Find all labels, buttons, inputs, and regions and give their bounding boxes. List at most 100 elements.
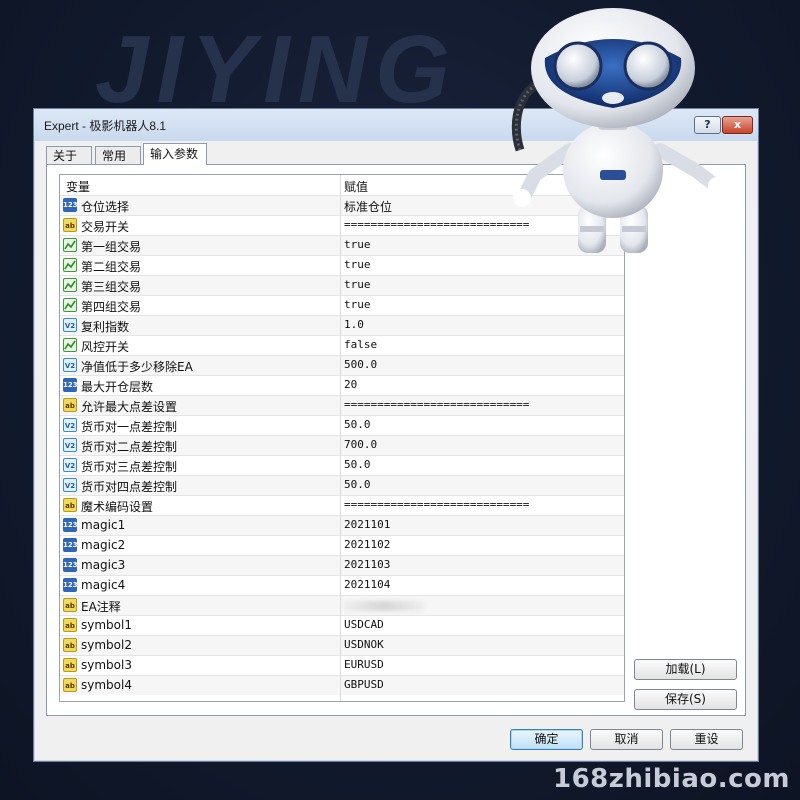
int-icon: 123 (63, 558, 78, 572)
string-icon: ab (63, 678, 77, 692)
parameter-name: 允许最大点差设置 (81, 400, 178, 414)
string-icon: ab (63, 218, 77, 232)
parameter-name: 仓位选择 (81, 200, 130, 214)
bool-icon (63, 338, 77, 352)
table-row[interactable]: ab 允许最大点差设置 ============================ (60, 395, 624, 415)
int-icon: 123 (63, 378, 78, 392)
string-icon: ab (63, 498, 77, 512)
parameter-name: 第四组交易 (81, 300, 142, 314)
column-header-variable[interactable]: 变量 (66, 178, 90, 195)
bool-icon (63, 278, 77, 292)
int-icon: 123 (63, 538, 78, 552)
parameter-value[interactable]: 2021104 (344, 578, 390, 591)
column-header-value[interactable]: 赋值 (344, 178, 368, 195)
table-row[interactable]: V2 货币对二点差控制 700.0 (60, 435, 624, 455)
table-row[interactable]: ab EA注释 (60, 595, 624, 615)
bool-icon (63, 298, 77, 312)
parameter-name: magic4 (81, 578, 126, 592)
parameter-value[interactable]: 2021103 (344, 558, 390, 571)
table-row[interactable]: 123 magic3 2021103 (60, 555, 624, 575)
string-icon: ab (63, 598, 77, 612)
parameter-value[interactable]: 2021101 (344, 518, 390, 531)
parameter-value[interactable]: 500.0 (344, 358, 377, 371)
parameter-value[interactable]: 50.0 (344, 418, 371, 431)
parameter-name: magic2 (81, 538, 126, 552)
table-row[interactable]: ab symbol1 USDCAD (60, 615, 624, 635)
parameter-value[interactable]: 1.0 (344, 318, 364, 331)
parameter-name: 复利指数 (81, 320, 130, 334)
double-icon: V2 (63, 358, 77, 372)
parameter-value[interactable]: EURUSD (344, 658, 384, 671)
column-divider[interactable] (340, 175, 341, 701)
window-title: Expert - 极影机器人8.1 (44, 119, 167, 133)
table-row[interactable]: V2 货币对一点差控制 50.0 (60, 415, 624, 435)
parameter-value[interactable]: GBPUSD (344, 678, 384, 691)
table-row[interactable]: 第四组交易 true (60, 295, 624, 315)
table-row[interactable]: ab 魔术编码设置 ============================ (60, 495, 624, 515)
parameter-value[interactable]: true (344, 258, 371, 271)
double-icon: V2 (63, 438, 77, 452)
parameter-name: 魔术编码设置 (81, 500, 154, 514)
table-row[interactable]: V2 货币对四点差控制 50.0 (60, 475, 624, 495)
reset-button[interactable]: 重设 (670, 729, 743, 750)
parameter-value[interactable]: 标准仓位 (344, 198, 392, 215)
string-icon: ab (63, 638, 77, 652)
table-row[interactable]: ab symbol2 USDNOK (60, 635, 624, 655)
table-row[interactable]: 第三组交易 true (60, 275, 624, 295)
parameter-name: 最大开仓层数 (81, 380, 154, 394)
parameter-value[interactable]: USDNOK (344, 638, 384, 651)
parameter-name: 货币对二点差控制 (81, 440, 178, 454)
parameter-value[interactable]: USDCAD (344, 618, 384, 631)
watermark-text: 168zhibiao.com (552, 764, 790, 794)
table-row[interactable]: ab symbol3 EURUSD (60, 655, 624, 675)
parameter-value[interactable]: 50.0 (344, 458, 371, 471)
parameter-value-blurred[interactable] (344, 601, 424, 611)
parameter-name: EA注释 (81, 600, 121, 614)
parameter-value[interactable]: true (344, 298, 371, 311)
string-icon: ab (63, 658, 77, 672)
parameter-name: 净值低于多少移除EA (81, 360, 193, 374)
table-row[interactable]: 123 magic1 2021101 (60, 515, 624, 535)
parameter-name: 货币对一点差控制 (81, 420, 178, 434)
ok-button[interactable]: 确定 (510, 729, 583, 750)
robot-mascot-image (511, 8, 726, 253)
cancel-button[interactable]: 取消 (590, 729, 663, 750)
parameter-value[interactable]: true (344, 238, 371, 251)
table-row[interactable]: ab symbol4 GBPUSD (60, 675, 624, 695)
tab-inputs[interactable]: 输入参数 (143, 143, 207, 165)
parameter-value[interactable]: 2021102 (344, 538, 390, 551)
int-icon: 123 (63, 518, 78, 532)
tab-about[interactable]: 关于 (46, 146, 92, 164)
parameter-name: 货币对四点差控制 (81, 480, 178, 494)
string-icon: ab (63, 618, 77, 632)
parameter-name: 第三组交易 (81, 280, 142, 294)
load-button[interactable]: 加载(L) (634, 659, 737, 680)
parameter-name: symbol4 (81, 678, 132, 692)
parameter-value[interactable]: false (344, 338, 377, 351)
table-row[interactable]: 123 最大开仓层数 20 (60, 375, 624, 395)
table-row[interactable]: 风控开关 false (60, 335, 624, 355)
parameter-name: 第一组交易 (81, 240, 142, 254)
parameter-name: magic3 (81, 558, 126, 572)
int-icon: 123 (63, 198, 78, 212)
parameter-value[interactable]: ============================ (344, 498, 529, 511)
parameter-value[interactable]: 20 (344, 378, 357, 391)
double-icon: V2 (63, 418, 77, 432)
parameter-name: magic1 (81, 518, 126, 532)
table-row[interactable]: V2 复利指数 1.0 (60, 315, 624, 335)
tab-common[interactable]: 常用 (95, 146, 141, 164)
table-row[interactable]: 123 magic4 2021104 (60, 575, 624, 595)
table-row[interactable]: V2 净值低于多少移除EA 500.0 (60, 355, 624, 375)
string-icon: ab (63, 398, 77, 412)
parameter-value[interactable]: ============================ (344, 398, 529, 411)
parameter-value[interactable]: 50.0 (344, 478, 371, 491)
parameter-value[interactable]: true (344, 278, 371, 291)
save-button[interactable]: 保存(S) (634, 689, 737, 710)
parameter-value[interactable]: 700.0 (344, 438, 377, 451)
grid-rows: 123 仓位选择 标准仓位 ab 交易开关 =======================… (60, 195, 624, 695)
double-icon: V2 (63, 478, 77, 492)
table-row[interactable]: 123 magic2 2021102 (60, 535, 624, 555)
double-icon: V2 (63, 318, 77, 332)
parameter-name: 风控开关 (81, 340, 130, 354)
table-row[interactable]: V2 货币对三点差控制 50.0 (60, 455, 624, 475)
